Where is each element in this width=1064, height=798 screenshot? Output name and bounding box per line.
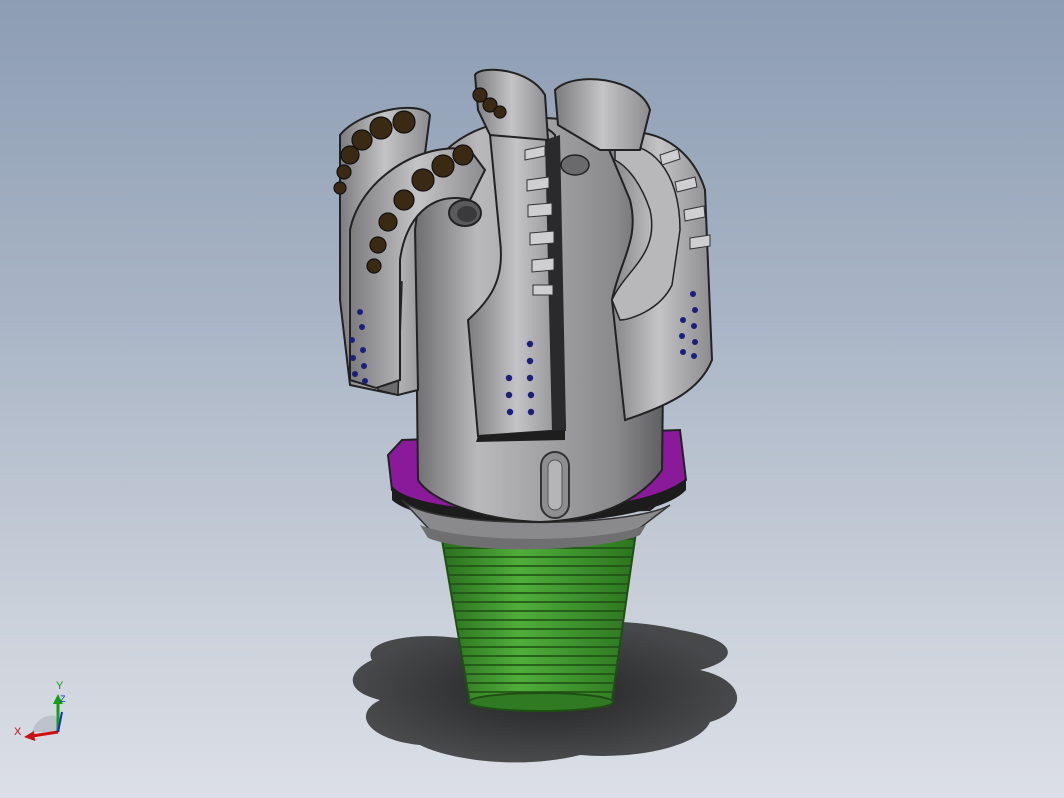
- cutter: [340, 145, 360, 165]
- cutter: [336, 164, 352, 180]
- coordinate-triad[interactable]: Y Z X: [10, 680, 80, 750]
- cutter: [493, 105, 507, 119]
- cutter: [452, 144, 474, 166]
- threaded-pin: [440, 530, 638, 712]
- cutter: [378, 212, 398, 232]
- cutter: [393, 189, 415, 211]
- cutter: [369, 116, 393, 140]
- x-axis-label: X: [14, 726, 22, 738]
- y-axis-label: Y: [56, 680, 64, 692]
- cutter: [333, 181, 347, 195]
- x-axis-arrow: [31, 730, 59, 738]
- cutter: [366, 258, 382, 274]
- blade-right: [603, 131, 714, 422]
- z-axis-label: Z: [60, 694, 66, 704]
- cutter: [392, 110, 416, 134]
- cutter: [431, 154, 455, 178]
- cutter: [369, 236, 387, 254]
- cutter: [411, 168, 435, 192]
- graphics-viewport[interactable]: Y Z X: [0, 0, 1064, 798]
- drill-bit-model[interactable]: [0, 0, 1064, 798]
